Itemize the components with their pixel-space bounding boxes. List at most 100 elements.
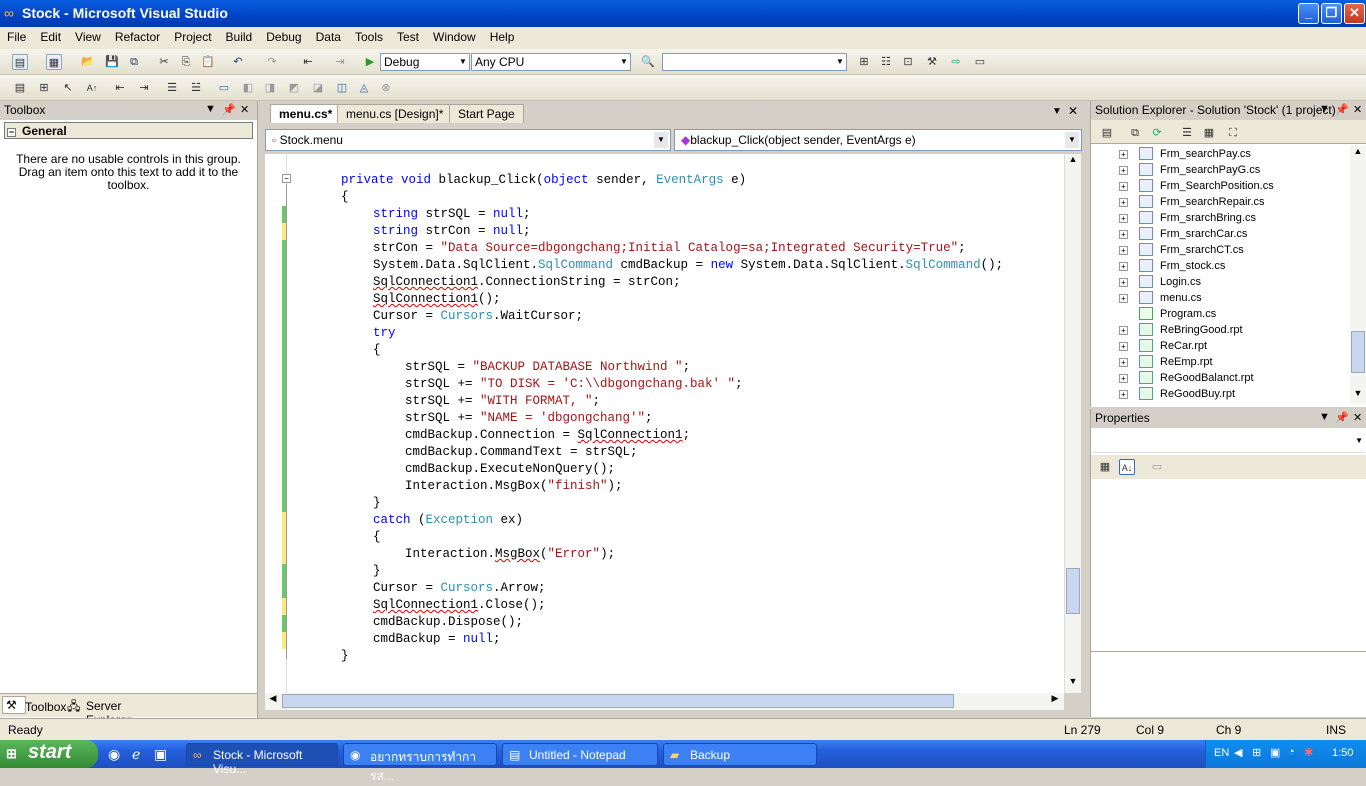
task-chrome[interactable]: ◉ อยากทราบการทำการส... [343, 743, 497, 783]
redo-icon[interactable]: ↷ [264, 54, 280, 70]
solution-explorer-icon[interactable]: ⊞ [856, 54, 872, 70]
expand-icon[interactable]: + [1119, 342, 1128, 351]
add-project-icon[interactable]: ▤ [12, 54, 28, 70]
increase-indent-icon[interactable]: ⇥ [136, 80, 152, 96]
menu-file[interactable]: File [0, 27, 33, 49]
auto-hide-pin-icon[interactable]: 📌 [1335, 411, 1349, 424]
editor-vertical-scrollbar[interactable]: ▲ ▼ [1064, 154, 1081, 693]
close-button[interactable]: ✕ [1344, 3, 1365, 24]
scroll-thumb[interactable] [1351, 331, 1365, 373]
next-bookmark-folder-icon[interactable]: ◪ [310, 80, 326, 96]
menu-tools[interactable]: Tools [348, 27, 390, 49]
find-in-files-icon[interactable]: 🔍 [640, 54, 656, 70]
network-icon[interactable]: ⊞ [1252, 746, 1261, 759]
tree-vertical-scrollbar[interactable]: ▲ ▼ [1350, 146, 1366, 404]
clear-bookmarks-icon[interactable]: ⊗ [378, 80, 394, 96]
chrome-icon[interactable]: ◉ [108, 746, 120, 763]
expand-icon[interactable]: + [1119, 246, 1128, 255]
expand-icon[interactable]: + [1119, 166, 1128, 175]
cut-icon[interactable]: ✂ [156, 54, 172, 70]
auto-hide-pin-icon[interactable]: 📌 [222, 103, 236, 116]
expand-icon[interactable]: + [1119, 214, 1128, 223]
list-members-icon[interactable]: ▤ [12, 80, 28, 96]
navigate-backward-icon[interactable]: ⇤ [300, 54, 316, 70]
minimize-button[interactable]: _ [1298, 3, 1319, 24]
solution-configuration-dropdown[interactable]: Debug ▼ [380, 53, 470, 71]
properties-window-icon[interactable]: ☷ [878, 54, 894, 70]
object-browser-icon[interactable]: ⊡ [900, 54, 916, 70]
task-backup-folder[interactable]: ▰ Backup [663, 743, 817, 766]
add-item-icon[interactable]: ▦ [46, 54, 62, 70]
start-debugging-icon[interactable]: ▶ [362, 54, 378, 70]
previous-bookmark-folder-icon[interactable]: ◩ [286, 80, 302, 96]
maximize-button[interactable]: ❐ [1321, 3, 1342, 24]
sound-icon[interactable]: ◔ [1288, 746, 1295, 758]
object-selector-dropdown[interactable]: ▼ [1093, 433, 1365, 453]
expand-icon[interactable]: + [1119, 374, 1128, 383]
menu-project[interactable]: Project [167, 27, 218, 49]
expand-icon[interactable]: + [1119, 294, 1128, 303]
next-bookmark-doc-icon[interactable]: ◬ [356, 80, 372, 96]
tray-arrow-icon[interactable]: ◀ [1234, 746, 1242, 759]
scroll-up-icon[interactable]: ▲ [1065, 154, 1081, 171]
toolbox-group-general[interactable]: − General [4, 122, 253, 139]
active-files-icon[interactable]: ▼ [1052, 106, 1062, 117]
view-code-icon[interactable]: ☰ [1179, 125, 1195, 141]
view-class-diagram-icon[interactable]: ⛶ [1225, 125, 1241, 141]
next-bookmark-icon[interactable]: ◨ [262, 80, 278, 96]
menu-window[interactable]: Window [426, 27, 483, 49]
tab-toolbox[interactable]: ⚒ Toolbox [2, 696, 66, 714]
task-visual-studio[interactable]: ∞ Stock - Microsoft Visu... [186, 743, 338, 776]
expand-icon[interactable]: + [1119, 230, 1128, 239]
scroll-thumb[interactable] [282, 694, 954, 708]
show-all-files-icon[interactable]: ⧉ [1127, 125, 1143, 141]
expand-icon[interactable]: + [1119, 150, 1128, 159]
window-position-icon[interactable]: ▼ [1319, 103, 1330, 115]
expand-icon[interactable]: + [1119, 358, 1128, 367]
expand-icon[interactable]: + [1119, 262, 1128, 271]
close-icon[interactable]: ✕ [240, 103, 249, 116]
class-combo[interactable]: ▫ Stock.menu ▼ [265, 129, 671, 151]
solution-platform-dropdown[interactable]: Any CPU ▼ [471, 53, 631, 71]
start-page-icon[interactable]: ⇨ [948, 54, 964, 70]
scroll-right-icon[interactable]: ▶ [1047, 693, 1063, 710]
close-document-icon[interactable]: ✕ [1068, 104, 1078, 118]
scroll-up-icon[interactable]: ▲ [1350, 146, 1366, 162]
quick-info-icon[interactable]: ↖ [60, 80, 76, 96]
save-all-icon[interactable]: ⧉ [126, 54, 142, 70]
find-combo[interactable]: ▼ [662, 53, 847, 71]
paste-icon[interactable]: 📋 [200, 54, 216, 70]
comment-icon[interactable]: ☰ [164, 80, 180, 96]
complete-word-icon[interactable]: A↑ [84, 80, 100, 96]
close-icon[interactable]: ✕ [1353, 103, 1362, 116]
expand-icon[interactable]: + [1119, 198, 1128, 207]
language-indicator[interactable]: EN [1214, 747, 1229, 759]
task-notepad[interactable]: ▤ Untitled - Notepad [502, 743, 658, 766]
start-button[interactable]: ⊞ start [0, 740, 98, 768]
collapse-region-icon[interactable]: − [282, 174, 291, 183]
ie-icon[interactable]: ℯ [132, 746, 140, 763]
toggle-bookmark-icon[interactable]: ▭ [216, 80, 232, 96]
menu-debug[interactable]: Debug [259, 27, 308, 49]
menu-help[interactable]: Help [483, 27, 522, 49]
uncomment-icon[interactable]: ☱ [188, 80, 204, 96]
categorized-icon[interactable]: ▦ [1097, 459, 1113, 475]
tab-start-page[interactable]: Start Page [449, 104, 524, 123]
expand-icon[interactable]: + [1119, 182, 1128, 191]
expand-icon[interactable]: + [1119, 390, 1128, 399]
menu-edit[interactable]: Edit [33, 27, 68, 49]
tab-menu-cs[interactable]: menu.cs* [270, 104, 342, 123]
code-editor[interactable]: − private void blackup_Click(object send… [265, 154, 1064, 693]
menu-test[interactable]: Test [390, 27, 426, 49]
other-windows-icon[interactable]: ▭ [972, 54, 988, 70]
save-icon[interactable]: 💾 [104, 54, 120, 70]
menu-build[interactable]: Build [219, 27, 260, 49]
previous-bookmark-doc-icon[interactable]: ◫ [334, 80, 350, 96]
bluetooth-icon[interactable]: ✱ [1304, 746, 1313, 759]
navigate-forward-icon[interactable]: ⇥ [332, 54, 348, 70]
previous-bookmark-icon[interactable]: ◧ [240, 80, 256, 96]
scroll-thumb[interactable] [1066, 568, 1080, 614]
copy-icon[interactable]: ⎘ [178, 54, 194, 70]
decrease-indent-icon[interactable]: ⇤ [112, 80, 128, 96]
expand-icon[interactable]: + [1119, 326, 1128, 335]
